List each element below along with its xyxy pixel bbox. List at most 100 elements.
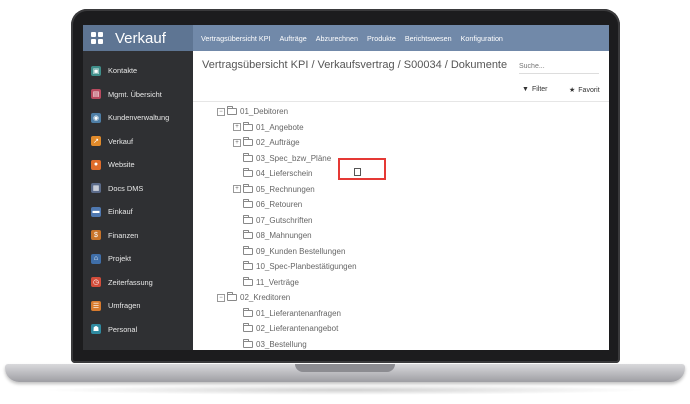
- sidebar-item-label: Zeiterfassung: [108, 277, 153, 287]
- sidebar-item-label: Projekt: [108, 254, 132, 264]
- filter-button[interactable]: ▼ Filter: [522, 86, 548, 93]
- tree-node-label: 01_Debitoren: [240, 107, 289, 116]
- folder-icon: [227, 292, 237, 301]
- tree-node-label: 05_Rechnungen: [256, 184, 315, 194]
- tree-node-label: 01_Lieferantenanfragen: [256, 308, 341, 318]
- search-input[interactable]: [519, 60, 599, 74]
- tree-node-label: 04_Lieferschein: [256, 169, 313, 178]
- main-content: Vertragsübersicht KPI / Verkaufsvertrag …: [193, 51, 609, 350]
- tree-node[interactable]: 06_Retouren: [243, 198, 302, 211]
- breadcrumb[interactable]: Vertragsübersicht KPI / Verkaufsvertrag …: [202, 59, 507, 71]
- menu-item-auftraege[interactable]: Aufträge: [280, 34, 307, 43]
- sidebar-item-label: Kontakte: [108, 66, 138, 76]
- tree-node[interactable]: − 02_Kreditoren: [217, 291, 290, 304]
- laptop-frame: Verkauf Vertragsübersicht KPI Aufträge A…: [0, 0, 690, 404]
- tree-node[interactable]: +01_Angebote: [233, 121, 304, 134]
- collapse-icon[interactable]: −: [217, 293, 225, 302]
- tree-node[interactable]: 11_Verträge: [243, 276, 299, 289]
- sidebar-item-personal[interactable]: ☗ Personal: [83, 318, 193, 342]
- folder-icon: [243, 199, 253, 208]
- tree-node-label: 03_Spec_bzw_Pläne: [256, 153, 332, 163]
- expand-icon[interactable]: +: [233, 123, 241, 131]
- sidebar-item-mgmt-uebersicht[interactable]: ▤ Mgmt. Übersicht: [83, 83, 193, 107]
- tree-node-label: 01_Angebote: [256, 122, 304, 132]
- sidebar-item-label: Personal: [108, 324, 138, 334]
- sidebar-item-website[interactable]: ● Website: [83, 153, 193, 177]
- folder-icon: [243, 183, 253, 193]
- folder-icon: [243, 245, 253, 255]
- finance-icon: $: [91, 230, 101, 241]
- sidebar-item-verkauf[interactable]: ↗ Verkauf: [83, 130, 193, 154]
- sidebar-item-label: Umfragen: [108, 301, 141, 311]
- folder-icon: [243, 168, 253, 177]
- tree-node[interactable]: 04_Lieferschein: [243, 167, 312, 180]
- sidebar: ▣ Kontakte ▤ Mgmt. Übersicht ◉ Kundenverwal…: [83, 51, 193, 350]
- tree-node[interactable]: +05_Rechnungen: [233, 183, 315, 196]
- app-brand[interactable]: Verkauf: [83, 25, 193, 51]
- contacts-icon: ▣: [91, 65, 101, 76]
- menu-item-vertragsuebersicht[interactable]: Vertragsübersicht KPI: [201, 34, 271, 43]
- folder-icon: [243, 276, 253, 286]
- sidebar-item-umfragen[interactable]: ☰ Umfragen: [83, 294, 193, 318]
- tree-node-label: 07_Gutschriften: [256, 215, 313, 225]
- tree-node-label: 10_Spec-Planbestätigungen: [256, 262, 357, 271]
- timesheet-icon: ◷: [91, 277, 101, 288]
- folder-icon: [243, 261, 253, 270]
- sidebar-item-finanzen[interactable]: $ Finanzen: [83, 224, 193, 248]
- customers-icon: ◉: [91, 112, 101, 123]
- tree-node-label: 02_Kreditoren: [240, 293, 291, 302]
- folder-icon: [243, 214, 253, 224]
- tree-node[interactable]: 09_Kunden Bestellungen: [243, 245, 345, 258]
- menu-item-produkte[interactable]: Produkte: [367, 34, 396, 43]
- folder-icon: [243, 137, 253, 146]
- menu-item-berichtswesen[interactable]: Berichtswesen: [405, 34, 452, 43]
- tree-node-label: 03_Bestellung: [256, 339, 307, 349]
- filter-icon: ▼: [522, 86, 529, 93]
- sidebar-item-label: Mgmt. Übersicht: [108, 89, 162, 99]
- menu-item-konfiguration[interactable]: Konfiguration: [461, 34, 503, 43]
- tree-node[interactable]: 07_Gutschriften: [243, 214, 312, 227]
- folder-icon: [243, 121, 253, 131]
- tree-node[interactable]: +02_Aufträge: [233, 136, 300, 149]
- sidebar-item-label: Docs DMS: [108, 183, 144, 193]
- tree-node[interactable]: 03_Spec_bzw_Pläne: [243, 152, 331, 165]
- folder-icon: [243, 323, 253, 332]
- folder-icon: [243, 230, 253, 239]
- folder-icon: [227, 106, 237, 115]
- screen: Verkauf Vertragsübersicht KPI Aufträge A…: [83, 25, 609, 350]
- tree-node[interactable]: 08_Mahnungen: [243, 229, 312, 242]
- expand-icon[interactable]: +: [233, 138, 241, 147]
- expand-icon[interactable]: +: [233, 185, 241, 193]
- top-navbar: Verkauf Vertragsübersicht KPI Aufträge A…: [83, 25, 609, 51]
- tree-node[interactable]: 10_Spec-Planbestätigungen: [243, 260, 357, 273]
- tree-node[interactable]: 03_Bestellung: [243, 338, 307, 351]
- tree-node-label: 02_Aufträge: [256, 138, 300, 147]
- sidebar-item-docs-dms[interactable]: ▦ Docs DMS: [83, 177, 193, 201]
- sidebar-item-kontakte[interactable]: ▣ Kontakte: [83, 59, 193, 83]
- project-icon: ⌂: [91, 253, 101, 264]
- tree-node-label: 09_Kunden Bestellungen: [256, 246, 346, 256]
- folder-icon: [243, 152, 253, 162]
- sidebar-item-projekt[interactable]: ⌂ Projekt: [83, 247, 193, 271]
- purchase-icon: ▬: [91, 206, 101, 217]
- sidebar-item-einkauf[interactable]: ▬ Einkauf: [83, 200, 193, 224]
- apps-grid-icon[interactable]: [91, 32, 103, 44]
- menu-item-abzurechnen[interactable]: Abzurechnen: [316, 34, 358, 43]
- star-icon: ★: [569, 87, 576, 94]
- laptop-notch: [295, 364, 395, 372]
- laptop-shadow: [40, 385, 650, 395]
- sidebar-item-zeiterfassung[interactable]: ◷ Zeiterfassung: [83, 271, 193, 295]
- tree-node[interactable]: − 01_Debitoren: [217, 105, 288, 118]
- favorites-button[interactable]: ★ Favorit: [569, 86, 600, 95]
- divider: [193, 101, 609, 102]
- sidebar-item-label: Einkauf: [108, 207, 133, 217]
- documents-icon: ▦: [91, 183, 101, 194]
- collapse-icon[interactable]: −: [217, 107, 225, 116]
- folder-icon: [243, 307, 253, 317]
- tree-node-label: 06_Retouren: [256, 200, 303, 209]
- sidebar-item-label: Kundenverwaltung: [108, 113, 170, 123]
- sidebar-item-kundenverwaltung[interactable]: ◉ Kundenverwaltung: [83, 106, 193, 130]
- tree-node[interactable]: 02_Lieferantenangebot: [243, 322, 338, 335]
- tree-node[interactable]: 01_Lieferantenanfragen: [243, 307, 341, 320]
- top-menu: Vertragsübersicht KPI Aufträge Abzurechn…: [193, 34, 503, 43]
